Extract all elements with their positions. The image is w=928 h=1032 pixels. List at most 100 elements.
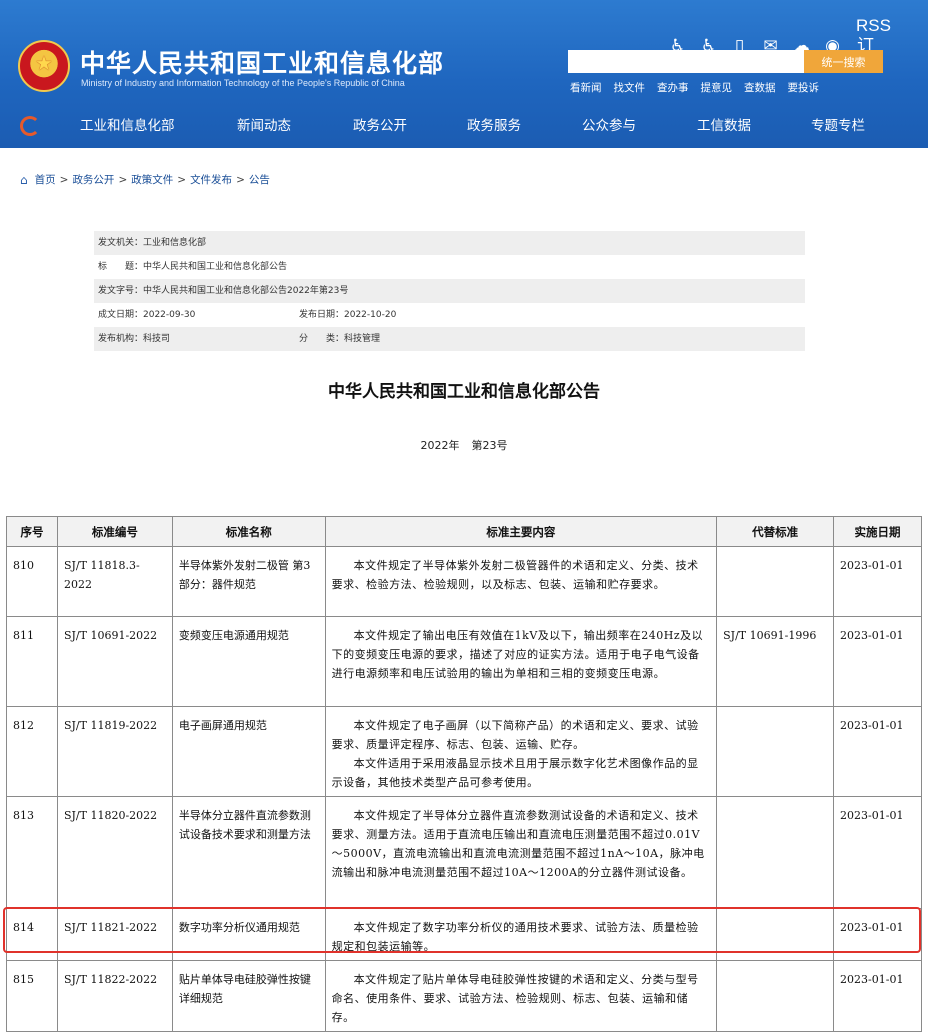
site-header: 中华人民共和国工业和信息化部 Ministry of Industry and … <box>0 0 928 148</box>
content-paragraph: 本文件规定了半导体分立器件直流参数测试设备的术语和定义、技术要求、测量方法。适用… <box>331 809 705 879</box>
cell-name: 半导体紫外发射二极管 第3部分：器件规范 <box>171 546 326 617</box>
cell-no: 811 <box>6 616 58 707</box>
quick-link-complaint[interactable]: 要投诉 <box>788 80 820 95</box>
nav-item-gov-affairs[interactable]: 政务公开 <box>353 114 407 134</box>
cell-content: 本文件规定了电子画屏（以下简称产品）的术语和定义、要求、试验要求、质量评定程序、… <box>324 706 718 797</box>
content-paragraph: 本文件适用于采用液晶显示技术且用于展示数字化艺术图像作品的显示设备，其他技术类型… <box>331 757 699 789</box>
ministry-mark-icon <box>18 114 40 136</box>
table-row: 811 SJ/T 10691-2022 变频变压电源通用规范 本文件规定了输出电压有效… <box>6 616 922 707</box>
table-row: 812 SJ/T 11819-2022 电子画屏通用规范 本文件规定了电子画屏（以下简… <box>6 706 922 797</box>
document-issue: 第23号 <box>471 439 508 452</box>
meta-subject: 标 题：中华人民共和国工业和信息化部公告 <box>94 255 805 279</box>
document-number: 2022年 第23号 <box>0 437 928 453</box>
table-row: 815 SJ/T 11822-2022 贴片单体导电硅胶弹性按键详细规范 本文件规定了… <box>6 960 922 1032</box>
breadcrumb-home[interactable]: 首页 <box>35 172 56 187</box>
cell-name: 变频变压电源通用规范 <box>171 616 326 707</box>
cell-replaces <box>716 960 835 1032</box>
meta-category-text: 分 类：科技管理 <box>299 334 381 344</box>
breadcrumb-notice[interactable]: 公告 <box>249 172 270 187</box>
document-year: 2022年 <box>420 439 460 452</box>
site-title[interactable]: 中华人民共和国工业和信息化部 <box>80 44 444 80</box>
breadcrumb-release[interactable]: 文件发布 <box>190 172 232 187</box>
meta-dates: 成文日期：2022-09-30 发布日期：2022-10-20 <box>94 303 805 327</box>
cell-no: 812 <box>6 706 58 797</box>
cell-no: 815 <box>6 960 58 1032</box>
cell-replaces <box>716 546 835 617</box>
quick-link-news[interactable]: 看新闻 <box>570 80 602 95</box>
main-nav: 工业和信息化部 新闻动态 政务公开 政务服务 公众参与 工信数据 专题专栏 <box>0 104 928 144</box>
cell-no: 814 <box>6 908 58 961</box>
col-header-code: 标准编号 <box>56 516 173 547</box>
table-row: 813 SJ/T 11820-2022 半导体分立器件直流参数测试设备技术要求和测量… <box>6 796 922 909</box>
cell-code: SJ/T 10691-2022 <box>56 616 173 707</box>
search-button[interactable]: 统一搜索 <box>804 50 883 73</box>
cell-date: 2023-01-01 <box>833 546 922 617</box>
nav-item-gov-services[interactable]: 政务服务 <box>467 114 521 134</box>
cell-content: 本文件规定了数字功率分析仪的通用技术要求、试验方法、质量检验规定和包装运输等。 <box>324 908 718 961</box>
table-row: 814 SJ/T 11821-2022 数字功率分析仪通用规范 本文件规定了数字功率分… <box>6 908 922 961</box>
cell-content: 本文件规定了半导体紫外发射二极管器件的术语和定义、分类、技术要求、检验方法、检验… <box>324 546 718 617</box>
cell-name: 电子画屏通用规范 <box>171 706 326 797</box>
cell-name: 半导体分立器件直流参数测试设备技术要求和测量方法 <box>171 796 326 909</box>
col-header-date: 实施日期 <box>833 516 922 547</box>
meta-org-text: 发布机构：科技司 <box>98 334 171 344</box>
document-metadata: 发文机关：工业和信息化部 标 题：中华人民共和国工业和信息化部公告 发文字号：中… <box>94 231 805 351</box>
cell-replaces <box>716 706 835 797</box>
quick-link-files[interactable]: 找文件 <box>614 80 646 95</box>
document-title: 中华人民共和国工业和信息化部公告 <box>328 382 600 402</box>
meta-created-text: 成文日期：2022-09-30 <box>98 310 196 320</box>
meta-org: 发布机构：科技司 分 类：科技管理 <box>94 327 805 351</box>
content-paragraph: 本文件规定了贴片单体导电硅胶弹性按键的术语和定义、分类与型号命名、使用条件、要求… <box>331 973 699 1024</box>
content-paragraph: 本文件规定了半导体紫外发射二极管器件的术语和定义、分类、技术要求、检验方法、检验… <box>331 559 699 591</box>
table-body: 810 SJ/T 11818.3-2022 半导体紫外发射二极管 第3部分：器件规范… <box>6 546 922 1032</box>
cell-replaces <box>716 796 835 909</box>
meta-doc-no-text: 发文字号：中华人民共和国工业和信息化部公告2022年第23号 <box>98 286 349 296</box>
quick-link-data[interactable]: 查数据 <box>744 80 776 95</box>
cell-no: 810 <box>6 546 58 617</box>
meta-issuer: 发文机关：工业和信息化部 <box>94 231 805 255</box>
cell-content: 本文件规定了半导体分立器件直流参数测试设备的术语和定义、技术要求、测量方法。适用… <box>324 796 718 909</box>
content-paragraph: 本文件规定了电子画屏（以下简称产品）的术语和定义、要求、试验要求、质量评定程序、… <box>331 719 699 751</box>
standards-table: 序号 标准编号 标准名称 标准主要内容 代替标准 实施日期 810 SJ/T 11… <box>6 516 922 1032</box>
cell-code: SJ/T 11818.3-2022 <box>56 546 173 617</box>
breadcrumb-separator: > <box>59 173 69 186</box>
cell-replaces: SJ/T 10691-1996 <box>716 616 835 707</box>
cell-code: SJ/T 11821-2022 <box>56 908 173 961</box>
search-input[interactable] <box>568 50 804 73</box>
site-subtitle: Ministry of Industry and Information Tec… <box>81 78 405 88</box>
national-emblem-logo <box>18 40 70 92</box>
nav-item-topics[interactable]: 专题专栏 <box>811 114 865 134</box>
cell-date: 2023-01-01 <box>833 706 922 797</box>
breadcrumb-separator: > <box>236 173 245 186</box>
col-header-replaces: 代替标准 <box>716 516 835 547</box>
breadcrumb-separator: > <box>118 173 128 186</box>
breadcrumb-gov-affairs[interactable]: 政务公开 <box>72 172 114 187</box>
cell-date: 2023-01-01 <box>833 960 922 1032</box>
nav-item-ministry[interactable]: 工业和信息化部 <box>80 114 175 134</box>
col-header-content: 标准主要内容 <box>324 516 718 547</box>
content-paragraph: 本文件规定了输出电压有效值在1kV及以下，输出频率在240Hz及以下的变频变压电… <box>331 629 704 680</box>
cell-no: 813 <box>6 796 58 909</box>
nav-item-data[interactable]: 工信数据 <box>697 114 751 134</box>
home-icon[interactable]: ⌂ <box>20 173 28 187</box>
cell-content: 本文件规定了输出电压有效值在1kV及以下，输出频率在240Hz及以下的变频变压电… <box>324 616 718 707</box>
cell-code: SJ/T 11822-2022 <box>56 960 173 1032</box>
cell-date: 2023-01-01 <box>833 796 922 909</box>
cell-code: SJ/T 11819-2022 <box>56 706 173 797</box>
quick-links: 看新闻 找文件 查办事 提意见 查数据 要投诉 <box>570 80 819 95</box>
nav-item-participation[interactable]: 公众参与 <box>582 114 636 134</box>
cell-content: 本文件规定了贴片单体导电硅胶弹性按键的术语和定义、分类与型号命名、使用条件、要求… <box>324 960 718 1032</box>
meta-subject-text: 标 题：中华人民共和国工业和信息化部公告 <box>98 262 288 272</box>
cell-date: 2023-01-01 <box>833 908 922 961</box>
quick-link-feedback[interactable]: 提意见 <box>701 80 733 95</box>
cell-code: SJ/T 11820-2022 <box>56 796 173 909</box>
breadcrumb-policy[interactable]: 政策文件 <box>131 172 173 187</box>
col-header-no: 序号 <box>6 516 58 547</box>
content-paragraph: 本文件规定了数字功率分析仪的通用技术要求、试验方法、质量检验规定和包装运输等。 <box>331 921 699 953</box>
cell-name: 贴片单体导电硅胶弹性按键详细规范 <box>171 960 326 1032</box>
meta-issuer-text: 发文机关：工业和信息化部 <box>98 238 207 248</box>
table-header-row: 序号 标准编号 标准名称 标准主要内容 代替标准 实施日期 <box>6 516 922 547</box>
quick-link-services[interactable]: 查办事 <box>657 80 689 95</box>
nav-item-news[interactable]: 新闻动态 <box>237 114 291 134</box>
cell-date: 2023-01-01 <box>833 616 922 707</box>
